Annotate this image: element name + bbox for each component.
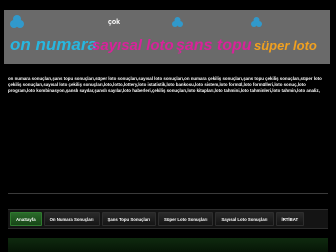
- nav-item-on-numara[interactable]: On Numara Sonuçları: [43, 212, 100, 226]
- nav-item-super-loto[interactable]: Süper Loto Sonuçları: [157, 212, 214, 226]
- content-strip: [8, 238, 328, 252]
- main-nav: AnaSayfa On Numara Sonuçları Şans Topu S…: [8, 209, 328, 229]
- nav-item-irtibat[interactable]: İRTİBAT: [275, 212, 305, 226]
- banner-logo: on numara çok sayısal loto şans topu süp…: [10, 15, 317, 54]
- divider: [8, 193, 328, 194]
- page: on numara çok sayısal loto şans topu süp…: [0, 0, 336, 252]
- nav-item-anasayfa[interactable]: AnaSayfa: [10, 212, 42, 226]
- keyword-paragraph: on numara sonuçları,şans topu sonuçları,…: [8, 76, 322, 94]
- clover-icon: [172, 17, 183, 27]
- site-banner[interactable]: on numara çok sayısal loto şans topu süp…: [4, 10, 330, 64]
- clover-icon: [251, 17, 262, 27]
- banner-word-super-loto: süper loto: [254, 38, 317, 53]
- banner-word-sayisal-loto: sayısal loto: [92, 37, 174, 54]
- nav-item-sans-topu[interactable]: Şans Topu Sonuçları: [101, 212, 156, 226]
- banner-word-on-numara: on numara: [10, 35, 97, 54]
- svg-text:çok: çok: [108, 19, 120, 26]
- clover-icon: [10, 15, 24, 28]
- nav-item-sayisal-loto[interactable]: Sayısal Loto Sonuçları: [215, 212, 274, 226]
- banner-word-sans-topu: şans topu: [176, 37, 252, 54]
- sayisal-badge: çok: [108, 19, 120, 26]
